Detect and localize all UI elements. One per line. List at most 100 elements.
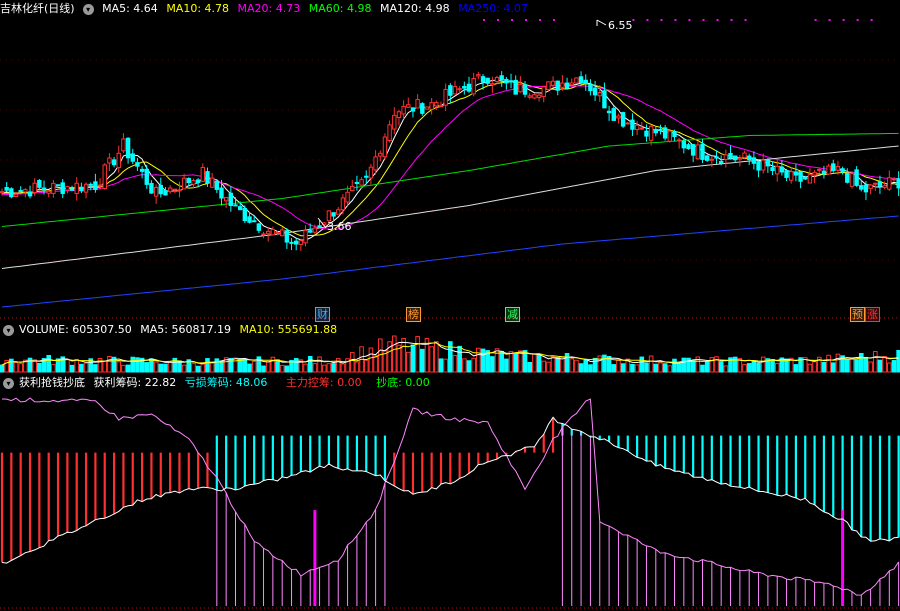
event-dot [716,19,719,21]
volume-bar [527,362,533,373]
candle-body [270,229,276,236]
candle-body [756,161,761,171]
candle-body [536,94,542,98]
candle-body [761,159,766,171]
candle-body [0,191,5,194]
volume-bar [326,363,332,373]
volume-bar [569,358,575,373]
volume-bar [233,357,238,373]
main-control-value: 主力控筹: 0.00 [285,376,362,389]
volume-bar [653,363,659,373]
candle-body [546,81,551,91]
candle-body [350,185,355,192]
candle-body [840,168,845,172]
candle-body [289,241,294,244]
volume-bar [391,335,397,373]
volume-bar [835,353,841,373]
candle-body [522,84,528,95]
volume-bar [760,356,766,373]
candle-body [868,184,873,189]
candle-body [751,157,757,164]
candle-body [494,76,500,82]
candle-body [97,184,103,187]
candle-body [452,86,458,95]
candle-body [471,77,476,95]
volume-bar [807,363,813,373]
ma5-value: MA5: 4.64 [102,2,158,15]
volume-bar [564,353,570,373]
candle-body [583,79,588,84]
candle-body [69,188,75,191]
volume-bar [751,360,757,373]
candle-body [709,158,715,161]
badge-forecast[interactable]: 预 [850,307,865,322]
event-dot [842,19,845,21]
candle-body [265,230,271,235]
volume-bar [261,365,266,373]
volume-bar [826,354,831,373]
volume-bar [877,359,883,373]
candle-body [111,159,117,166]
candle-body [448,85,453,96]
event-dot [702,19,705,21]
volume-bar [363,359,369,373]
event-dot [814,19,817,21]
candle-body [648,125,654,141]
candle-body [443,88,448,106]
stock-chart [0,19,900,609]
volume-bar [518,350,523,373]
volume-bar [672,358,677,373]
volume-bar [639,356,645,373]
indicator-name: 获利抢钱抄底 [19,376,85,389]
candle-body [625,122,630,125]
event-dot [674,19,677,21]
event-dot [511,19,514,21]
event-dot [646,19,649,21]
volume-bar [401,337,406,373]
candle-body [177,189,182,192]
volume-bar [536,353,542,373]
volume-bar [480,348,486,373]
badge-limit-up[interactable]: 涨 [865,307,880,322]
volume-bar [279,364,285,373]
candle-body [93,181,98,190]
candle-body [191,180,196,185]
ma250-value: MA250: 4.07 [458,2,528,15]
ma10-line [1,80,899,237]
volume-bar [658,362,663,373]
volume-bar [340,363,346,373]
volume-bar [265,361,271,373]
badge-ranking[interactable]: 榜 [406,307,421,322]
volume-bar [714,356,719,373]
candle-body [195,179,201,184]
volume-bar [219,360,224,373]
volume-bar [560,357,565,373]
candle-body [228,192,234,207]
candle-body [578,76,584,84]
volume-bar [191,362,196,373]
candle-body [775,165,780,175]
candle-body [863,184,869,193]
settings-icon[interactable]: ▾ [3,324,14,336]
candle-body [490,83,495,86]
volume-bar [270,356,276,373]
volume-bar [125,364,131,373]
ma120-value: MA120: 4.98 [379,2,450,15]
badge-finance[interactable]: 财 [315,307,330,322]
candle-body [79,186,84,192]
volume-bar [214,358,220,373]
candle-body [83,183,89,193]
volume-bar [349,352,355,373]
candle-body [527,95,532,98]
candle-body [513,79,518,95]
volume-bar [662,363,668,373]
candle-body [466,83,472,92]
candle-body [611,108,616,121]
settings-icon[interactable]: ▾ [3,377,14,389]
vol-ma5-value: MA5: 560817.19 [140,323,231,336]
settings-icon[interactable]: ▾ [82,3,94,15]
badge-reduction[interactable]: 减 [505,307,520,322]
volume-bar [630,363,635,373]
volume-bar [854,359,859,373]
candle-body [18,190,23,193]
